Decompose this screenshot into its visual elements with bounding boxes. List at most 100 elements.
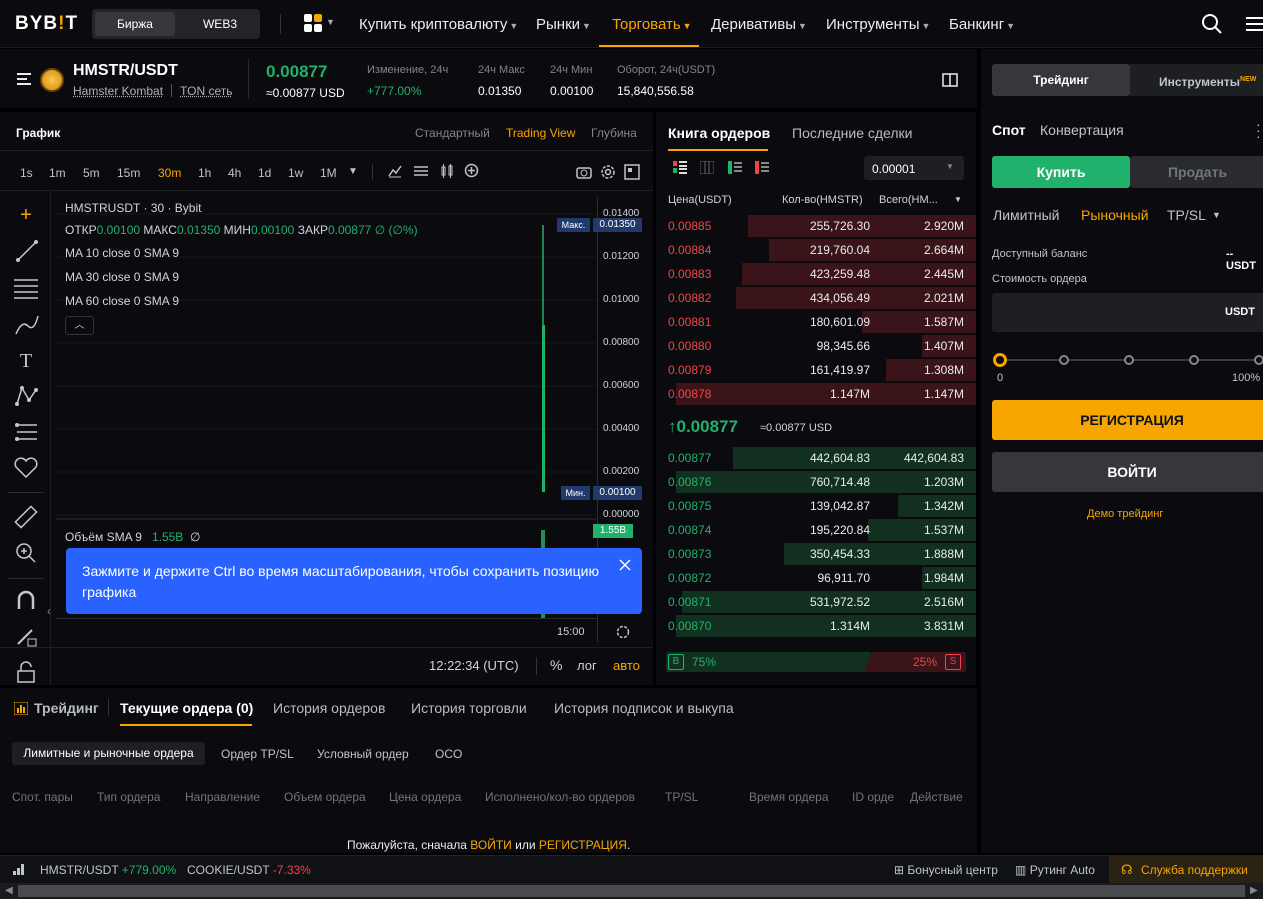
ask-row[interactable]: 0.00885 255,726.30 2.920M	[656, 214, 976, 238]
slider-mark-50[interactable]	[1124, 355, 1134, 365]
lock-icon[interactable]	[15, 660, 37, 684]
auto-toggle[interactable]: авто	[613, 658, 640, 673]
ma10-legend[interactable]: MA 10 close 0 SMA 9	[65, 246, 179, 260]
tab-exchange[interactable]: Биржа	[95, 12, 175, 36]
network-label[interactable]: TON сеть	[180, 84, 232, 98]
pair-symbol[interactable]: HMSTR/USDT	[73, 62, 178, 80]
nav-banking[interactable]: Банкинг ▼	[949, 16, 1015, 33]
interval-1w[interactable]: 1w	[288, 166, 303, 180]
tab-instruments[interactable]: ИнструментыNEW	[1130, 64, 1263, 96]
demo-trading-link[interactable]: Демо трейдинг	[1087, 508, 1163, 520]
log-toggle[interactable]: лог	[577, 658, 597, 673]
total-unit-chevron-icon[interactable]: ▼	[954, 195, 962, 204]
trendline-icon[interactable]	[15, 239, 39, 263]
scroll-left-icon[interactable]: ‹	[47, 604, 51, 618]
horizontal-scrollbar[interactable]: ◀ ▶	[0, 883, 1263, 899]
bonus-center-link[interactable]: ⊞ Бонусный центр	[894, 863, 998, 877]
book-asks-icon[interactable]	[755, 161, 769, 174]
bid-row[interactable]: 0.00872 96,911.70 1.984M	[656, 566, 976, 590]
view-standard[interactable]: Стандартный	[415, 126, 490, 140]
order-type-limit[interactable]: Лимитный	[993, 207, 1059, 223]
axis-settings-icon[interactable]	[615, 624, 631, 640]
book-icon[interactable]	[942, 73, 958, 87]
ask-row[interactable]: 0.00879 161,419.97 1.308M	[656, 358, 976, 382]
subtab-tpsl[interactable]: Ордер TP/SL	[221, 747, 294, 761]
tab-open-orders[interactable]: Текущие ордера (0)	[120, 700, 253, 716]
ask-row[interactable]: 0.00878 1.147M 1.147M	[656, 382, 976, 406]
prompt-login-link[interactable]: ВОЙТИ	[470, 838, 512, 852]
scroll-right-arrow-icon[interactable]: ▶	[1250, 885, 1258, 896]
book-grid-icon[interactable]	[700, 161, 714, 174]
bid-row[interactable]: 0.00875 139,042.87 1.342M	[656, 494, 976, 518]
scrollbar-thumb[interactable]	[18, 885, 1245, 897]
candle-type-icon[interactable]	[440, 163, 454, 179]
slider-mark-75[interactable]	[1189, 355, 1199, 365]
menu-icon[interactable]	[1246, 15, 1263, 33]
apps-grid-icon[interactable]	[304, 14, 322, 32]
collapse-legend-icon[interactable]: ︿	[65, 316, 94, 335]
close-icon[interactable]	[619, 559, 631, 571]
interval-1s[interactable]: 1s	[20, 166, 33, 180]
pencil-lock-icon[interactable]	[14, 624, 38, 648]
more-vertical-icon[interactable]: · · ·	[1256, 117, 1261, 143]
subtab-limit-market[interactable]: Лимитные и рыночные ордера	[12, 742, 205, 765]
heart-icon[interactable]	[13, 456, 39, 480]
book-bids-icon[interactable]	[728, 161, 742, 174]
interval-30m[interactable]: 30m	[158, 166, 181, 180]
bid-row[interactable]: 0.00876 760,714.48 1.203M	[656, 470, 976, 494]
pairs-menu-icon[interactable]	[17, 71, 33, 87]
ruler-icon[interactable]	[13, 504, 39, 530]
routing-auto[interactable]: ▥ Рутинг Auto	[1015, 863, 1095, 877]
bid-row[interactable]: 0.00870 1.314M 3.831M	[656, 614, 976, 638]
subtab-conditional[interactable]: Условный ордер	[317, 747, 409, 761]
utc-clock[interactable]: 12:22:34 (UTC)	[429, 658, 519, 673]
apps-chevron-icon[interactable]: ▼	[326, 17, 335, 27]
bid-row[interactable]: 0.00874 195,220.84 1.537M	[656, 518, 976, 542]
search-icon[interactable]	[1201, 13, 1223, 35]
interval-1M[interactable]: 1M	[320, 166, 337, 180]
mode-spot[interactable]: Спот	[992, 122, 1026, 138]
nav-trade[interactable]: Торговать ▼	[612, 16, 692, 33]
fullscreen-icon[interactable]	[624, 164, 640, 180]
precision-select[interactable]: 0.00001 ▼	[864, 156, 964, 180]
interval-1m[interactable]: 1m	[49, 166, 66, 180]
nav-buy-crypto[interactable]: Купить криптовалюту ▼	[359, 16, 518, 33]
register-button[interactable]: РЕГИСТРАЦИЯ	[992, 400, 1263, 440]
fib-icon[interactable]	[13, 277, 39, 299]
interval-15m[interactable]: 15m	[117, 166, 140, 180]
add-indicator-icon[interactable]	[464, 163, 479, 178]
chart-settings-icon[interactable]	[413, 164, 429, 178]
mode-convert[interactable]: Конвертация	[1040, 122, 1124, 138]
camera-icon[interactable]	[576, 165, 592, 179]
book-both-icon[interactable]	[673, 161, 687, 174]
tab-subscription-history[interactable]: История подписок и выкупа	[554, 700, 734, 716]
support-button[interactable]: ☊ Служба поддержки	[1109, 856, 1263, 883]
gear-icon[interactable]	[600, 164, 616, 180]
slider-mark-25[interactable]	[1059, 355, 1069, 365]
coin-name[interactable]: Hamster Kombat	[73, 84, 163, 98]
slider-handle[interactable]	[993, 353, 1007, 367]
sell-button[interactable]: Продать	[1130, 156, 1263, 188]
tab-trade-history[interactable]: История торговли	[411, 700, 527, 716]
status-pair-2[interactable]: COOKIE/USDT -7.33%	[187, 863, 311, 877]
interval-4h[interactable]: 4h	[228, 166, 241, 180]
login-button[interactable]: ВОЙТИ	[992, 452, 1263, 492]
brush-icon[interactable]	[14, 312, 40, 336]
tpsl-chevron-icon[interactable]: ▼	[1212, 210, 1221, 220]
bid-row[interactable]: 0.00873 350,454.33 1.888M	[656, 542, 976, 566]
buy-button[interactable]: Купить	[992, 156, 1130, 188]
tab-trading[interactable]: Трейдинг	[992, 64, 1130, 96]
view-tradingview[interactable]: Trading View	[506, 126, 575, 140]
ma30-legend[interactable]: MA 30 close 0 SMA 9	[65, 270, 179, 284]
tab-order-history[interactable]: История ордеров	[273, 700, 385, 716]
crosshair-icon[interactable]: +	[12, 201, 40, 229]
view-depth[interactable]: Глубина	[591, 126, 637, 140]
tab-orderbook[interactable]: Книга ордеров	[668, 125, 770, 141]
nav-markets[interactable]: Рынки ▼	[536, 16, 591, 33]
ma60-legend[interactable]: MA 60 close 0 SMA 9	[65, 294, 179, 308]
projection-icon[interactable]	[13, 420, 39, 444]
zoom-in-icon[interactable]	[14, 541, 38, 565]
prompt-register-link[interactable]: РЕГИСТРАЦИЯ	[539, 838, 627, 852]
ask-row[interactable]: 0.00881 180,601.09 1.587M	[656, 310, 976, 334]
interval-1d[interactable]: 1d	[258, 166, 271, 180]
